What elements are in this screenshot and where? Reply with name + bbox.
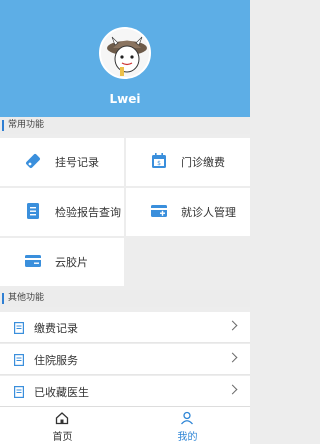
chevron-right-icon bbox=[227, 384, 238, 395]
registration-icon bbox=[26, 154, 40, 168]
bottom-tab-bar: 首页 我的 bbox=[0, 406, 250, 444]
home-icon bbox=[55, 412, 69, 425]
section-header-other: 其他功能 bbox=[0, 290, 250, 307]
svg-text:$: $ bbox=[157, 160, 161, 167]
chevron-right-icon bbox=[227, 352, 238, 363]
cartoon-avatar-icon bbox=[101, 29, 149, 77]
list-item-favorite-doctors[interactable]: 已收藏医生 bbox=[0, 376, 250, 407]
list-item-label: 缴费记录 bbox=[34, 322, 78, 335]
profile-header: Lwei bbox=[0, 0, 250, 117]
list-item-inpatient-services[interactable]: 住院服务 bbox=[0, 344, 250, 375]
section-header-common: 常用功能 bbox=[0, 117, 250, 134]
patient-card-icon bbox=[151, 205, 167, 217]
tab-label: 我的 bbox=[177, 432, 198, 443]
grid-item-label: 云胶片 bbox=[55, 256, 88, 269]
grid-item-label: 就诊人管理 bbox=[181, 206, 236, 219]
profile-icon bbox=[181, 411, 193, 425]
avatar[interactable] bbox=[99, 27, 151, 79]
document-icon bbox=[14, 386, 24, 398]
document-icon bbox=[14, 322, 24, 334]
report-document-icon bbox=[27, 203, 39, 219]
list-item-label: 住院服务 bbox=[34, 354, 78, 367]
tab-label: 首页 bbox=[52, 432, 73, 443]
grid-item-label: 检验报告查询 bbox=[55, 206, 121, 219]
tab-mine[interactable]: 我的 bbox=[125, 407, 250, 444]
username: Lwei bbox=[109, 92, 141, 106]
document-icon bbox=[14, 354, 24, 366]
grid-item-cloud-film[interactable]: 云胶片 bbox=[0, 238, 124, 286]
grid-item-label: 门诊缴费 bbox=[181, 156, 225, 169]
tab-home[interactable]: 首页 bbox=[0, 407, 125, 444]
grid-item-registration-records[interactable]: 挂号记录 bbox=[0, 138, 124, 186]
calendar-payment-icon: $ bbox=[152, 153, 166, 168]
chevron-right-icon bbox=[227, 320, 238, 331]
grid-item-patient-management[interactable]: 就诊人管理 bbox=[126, 188, 250, 236]
common-functions-grid: 挂号记录 $ 门诊缴费 检验报告查询 就诊人管理 云胶片 bbox=[0, 134, 250, 288]
list-item-payment-records[interactable]: 缴费记录 bbox=[0, 312, 250, 343]
grid-item-lab-report-query[interactable]: 检验报告查询 bbox=[0, 188, 124, 236]
grid-item-outpatient-payment[interactable]: $ 门诊缴费 bbox=[126, 138, 250, 186]
list-item-label: 已收藏医生 bbox=[34, 386, 89, 399]
grid-item-label: 挂号记录 bbox=[55, 156, 99, 169]
cloud-film-icon bbox=[25, 255, 41, 267]
